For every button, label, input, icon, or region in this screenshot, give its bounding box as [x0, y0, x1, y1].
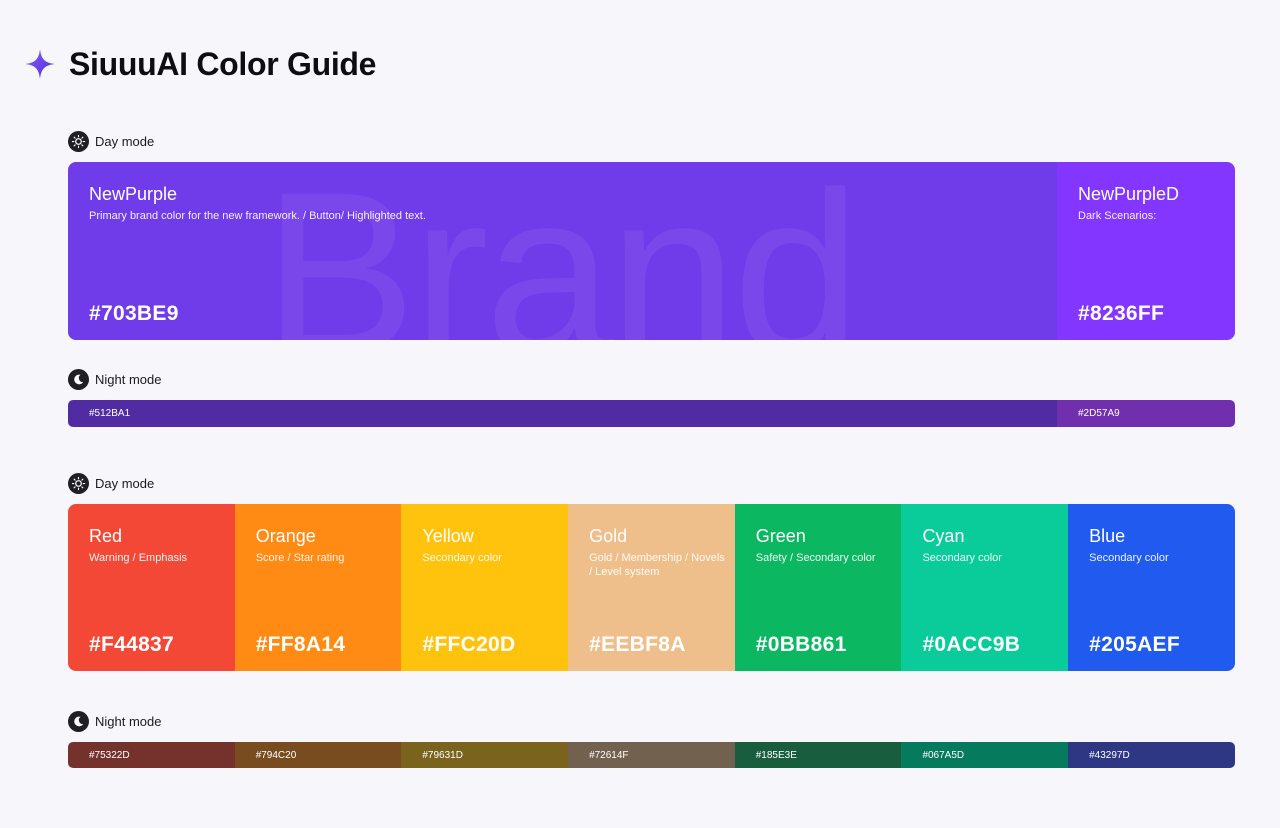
swatch-green: Green Safety / Secondary color #0BB861	[734, 504, 902, 671]
mode-label-text: Day mode	[95, 133, 155, 149]
swatch-description: Primary brand color for the new framewor…	[89, 210, 426, 222]
swatch-red: Red Warning / Emphasis #F44837	[68, 504, 235, 671]
night-swatch-cyan: #067A5D	[901, 742, 1069, 768]
swatch-hex: #EEBF8A	[589, 633, 686, 656]
swatch-name: Cyan	[922, 526, 965, 546]
swatch-description: Secondary color	[422, 552, 502, 564]
mode-label-text: Day mode	[95, 475, 155, 491]
swatch-newpurpled: NewPurpleD Dark Scenarios: #8236FF	[1057, 162, 1235, 340]
swatch-hex: #205AEF	[1089, 633, 1180, 656]
sun-icon	[68, 130, 89, 152]
swatch-name: NewPurple	[89, 184, 178, 204]
page-title: SiuuuAI Color Guide	[69, 45, 377, 82]
swatch-orange: Orange Score / Star rating #FF8A14	[234, 504, 402, 671]
night-swatch-newpurpled: #2D57A9	[1057, 400, 1235, 427]
swatch-hex: #703BE9	[89, 302, 179, 325]
swatch-hex: #FF8A14	[255, 633, 346, 656]
moon-icon	[68, 710, 89, 732]
mode-label-text: Night mode	[95, 713, 162, 729]
palette-night-bar: #75322D #794C20 #79631D #72614F #185E3E …	[68, 742, 1235, 768]
secondary-palette: Red Warning / Emphasis #F44837 Orange Sc…	[68, 504, 1235, 671]
swatch-yellow: Yellow Secondary color #FFC20D	[401, 504, 569, 671]
swatch-name: NewPurpleD	[1078, 184, 1180, 204]
swatch-name: Blue	[1089, 526, 1126, 546]
swatch-hex: #0BB861	[755, 633, 847, 656]
swatch-description: Safety / Secondary color	[755, 552, 876, 564]
swatch-description: Secondary color	[1089, 552, 1169, 564]
swatch-hex: #FFC20D	[422, 633, 516, 656]
brand-watermark: Brand	[263, 162, 861, 340]
night-swatch-green: #185E3E	[734, 742, 902, 768]
swatch-cyan: Cyan Secondary color #0ACC9B	[901, 504, 1069, 671]
night-swatch-yellow: #79631D	[401, 742, 569, 768]
moon-icon	[68, 368, 89, 390]
swatch-hex: #0ACC9B	[922, 633, 1021, 656]
palette-day-mode-label: Day mode	[68, 472, 154, 494]
night-swatch-red: #75322D	[68, 742, 235, 768]
swatch-description: Secondary color	[922, 552, 1002, 564]
night-swatch-orange: #794C20	[234, 742, 402, 768]
swatch-hex: #F44837	[89, 633, 175, 656]
sun-icon	[68, 472, 89, 494]
night-swatch-gold: #72614F	[568, 742, 735, 768]
swatch-name: Green	[755, 526, 806, 546]
night-swatch-newpurple: #512BA1	[68, 400, 1057, 427]
page-header: SiuuuAI Color Guide	[24, 44, 376, 84]
swatch-hex: #8236FF	[1078, 302, 1165, 325]
swatch-description: Warning / Emphasis	[89, 552, 188, 564]
sparkle-icon	[25, 49, 55, 79]
swatch-name: Gold	[589, 526, 628, 546]
swatch-gold: Gold Gold / Membership / Novels / Level …	[568, 504, 735, 671]
swatch-description: Gold / Membership / Novels / Level syste…	[589, 552, 725, 578]
swatch-name: Orange	[255, 526, 316, 546]
swatch-description: Dark Scenarios:	[1078, 210, 1157, 222]
brand-color-card: Brand NewPurple Primary brand color for …	[68, 162, 1235, 340]
brand-night-mode-label: Night mode	[68, 368, 161, 390]
brand-night-bar: #512BA1 #2D57A9	[68, 400, 1235, 427]
mode-label-text: Night mode	[95, 371, 162, 387]
swatch-newpurple: Brand NewPurple Primary brand color for …	[68, 162, 1057, 340]
swatch-name: Red	[89, 526, 123, 546]
swatch-name: Yellow	[422, 526, 474, 546]
night-swatch-blue: #43297D	[1068, 742, 1235, 768]
swatch-blue: Blue Secondary color #205AEF	[1068, 504, 1235, 671]
palette-night-mode-label: Night mode	[68, 710, 161, 732]
brand-day-mode-label: Day mode	[68, 130, 154, 152]
swatch-description: Score / Star rating	[255, 552, 345, 564]
